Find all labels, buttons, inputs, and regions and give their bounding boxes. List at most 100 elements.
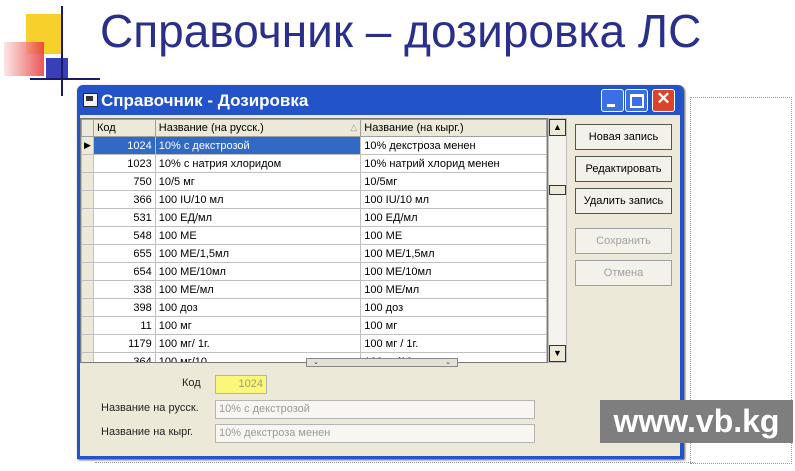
header-name-kg[interactable]: Название (на кырг.): [360, 119, 547, 137]
cell-name-kg[interactable]: 10/5мг: [360, 172, 547, 191]
deco-red-square: [4, 42, 44, 76]
row-indicator-cell[interactable]: [81, 280, 94, 299]
cell-name-ru[interactable]: 100 ME/1,5мл: [154, 244, 362, 263]
row-indicator-cell[interactable]: [81, 262, 94, 281]
cell-name-ru[interactable]: 100 ЕД/мл: [154, 208, 362, 227]
cell-name-kg[interactable]: 100 ME: [360, 226, 547, 245]
cell-code[interactable]: 1024: [92, 136, 156, 155]
table-row[interactable]: 548 100 ME 100 ME: [81, 226, 547, 245]
row-indicator-cell[interactable]: [81, 316, 94, 335]
cell-code[interactable]: 366: [92, 190, 156, 209]
table-row[interactable]: 655 100 ME/1,5мл 100 ME/1,5мл: [81, 244, 547, 263]
cell-code[interactable]: 750: [92, 172, 156, 191]
deco-horizontal-line: [30, 78, 100, 80]
cell-name-kg[interactable]: 10% натрий хлорид менен: [360, 154, 547, 173]
code-field[interactable]: 1024: [215, 375, 267, 394]
sort-ascending-icon: △: [350, 122, 358, 132]
row-indicator-cell[interactable]: [81, 298, 94, 317]
cell-name-kg[interactable]: 100 доз: [360, 298, 547, 317]
splitter-chevron-left-icon: ⌄: [313, 359, 319, 366]
cell-code[interactable]: 531: [92, 208, 156, 227]
cell-name-kg[interactable]: 100 ME/10мл: [360, 262, 547, 281]
cancel-button[interactable]: Отмена: [575, 260, 672, 286]
row-indicator-cell[interactable]: [81, 334, 94, 353]
slide-title: Справочник – дозировка ЛС: [100, 5, 702, 57]
grid-splitter-handle[interactable]: ⌄ ⌄: [306, 358, 458, 367]
dosage-grid[interactable]: Код Название (на русск.) △ Название (на к…: [80, 118, 548, 363]
table-row[interactable]: 11 100 мг 100 мг: [81, 316, 547, 335]
header-code-label: Код: [96, 122, 116, 134]
watermark-logo: www.vb.kg: [600, 400, 793, 443]
table-row[interactable]: 654 100 ME/10мл 100 ME/10мл: [81, 262, 547, 281]
table-row[interactable]: 398 100 доз 100 доз: [81, 298, 547, 317]
header-name-kg-label: Название (на кырг.): [364, 122, 464, 134]
cell-code[interactable]: 655: [92, 244, 156, 263]
cell-code[interactable]: 11: [92, 316, 156, 335]
cell-code[interactable]: 654: [92, 262, 156, 281]
row-indicator-cell[interactable]: [81, 208, 94, 227]
row-indicator-cell[interactable]: [81, 244, 94, 263]
cell-name-kg[interactable]: 100 мг / 1г.: [360, 334, 547, 353]
table-row[interactable]: 531 100 ЕД/мл 100 ЕД/мл: [81, 208, 547, 227]
table-row[interactable]: ▶ 1024 10% с декстрозой 10% декстроза менен: [81, 136, 547, 155]
table-row[interactable]: 366 100 IU/10 мл 100 IU/10 мл: [81, 190, 547, 209]
cell-name-ru[interactable]: 10% с натрия хлоридом: [154, 154, 362, 173]
cell-name-kg[interactable]: 10% декстроза менен: [360, 136, 547, 155]
cell-name-ru[interactable]: 100 мг: [154, 316, 362, 335]
cell-code[interactable]: 364: [92, 352, 156, 362]
cell-name-ru[interactable]: 100 ME: [154, 226, 362, 245]
cell-name-kg[interactable]: 100 ME/мл: [360, 280, 547, 299]
cell-code[interactable]: 548: [92, 226, 156, 245]
cell-code[interactable]: 398: [92, 298, 156, 317]
save-button[interactable]: Сохранить: [575, 228, 672, 254]
cell-name-ru[interactable]: 100 ME/10мл: [154, 262, 362, 281]
row-indicator-cell[interactable]: [81, 172, 94, 191]
name-ru-field[interactable]: 10% с декстрозой: [215, 400, 535, 419]
row-indicator-cell[interactable]: [81, 154, 94, 173]
scroll-thumb[interactable]: [549, 185, 566, 195]
cell-name-kg[interactable]: 100 ЕД/мл: [360, 208, 547, 227]
deco-blue-square: [46, 58, 68, 80]
row-indicator-cell[interactable]: [81, 190, 94, 209]
minimize-icon[interactable]: [601, 89, 624, 112]
table-row[interactable]: 750 10/5 мг 10/5мг: [81, 172, 547, 191]
dosage-table: Код Название (на русск.) △ Название (на к…: [81, 119, 547, 362]
header-name-ru[interactable]: Название (на русск.) △: [154, 119, 362, 137]
cell-name-ru[interactable]: 100 IU/10 мл: [154, 190, 362, 209]
row-indicator-cell[interactable]: [81, 226, 94, 245]
cell-name-ru[interactable]: 100 ME/мл: [154, 280, 362, 299]
row-indicator-cell[interactable]: [81, 352, 94, 362]
table-row[interactable]: 1023 10% с натрия хлоридом 10% натрий хлор…: [81, 154, 547, 173]
cell-name-kg[interactable]: 100 ME/1,5мл: [360, 244, 547, 263]
cell-name-kg[interactable]: 100 IU/10 мл: [360, 190, 547, 209]
table-row[interactable]: 338 100 ME/мл 100 ME/мл: [81, 280, 547, 299]
header-name-ru-label: Название (на русск.): [158, 122, 264, 134]
header-code[interactable]: Код: [92, 119, 156, 137]
name-ru-label: Название на русск.: [101, 402, 199, 414]
edit-button[interactable]: Редактировать: [575, 156, 672, 182]
cell-code[interactable]: 338: [92, 280, 156, 299]
cell-name-kg[interactable]: 100 мг: [360, 316, 547, 335]
table-row[interactable]: 1179 100 мг/ 1г. 100 мг / 1г.: [81, 334, 547, 353]
app-icon: [83, 93, 98, 107]
code-label: Код: [182, 377, 201, 389]
maximize-icon[interactable]: [625, 89, 648, 112]
cell-name-ru[interactable]: 100 доз: [154, 298, 362, 317]
grid-vertical-scrollbar[interactable]: ▲ ▼: [548, 118, 567, 363]
cell-code[interactable]: 1023: [92, 154, 156, 173]
cell-code[interactable]: 1179: [92, 334, 156, 353]
window-client: Код Название (на русск.) △ Название (на к…: [80, 115, 680, 456]
window-titlebar[interactable]: Справочник - Дозировка ✕: [77, 85, 684, 115]
cell-name-ru[interactable]: 10/5 мг: [154, 172, 362, 191]
new-record-button[interactable]: Новая запись: [575, 124, 672, 150]
scroll-down-icon[interactable]: ▼: [549, 345, 566, 362]
placeholder-border-bottom: [95, 462, 695, 463]
name-kg-field[interactable]: 10% декстроза менен: [215, 424, 535, 443]
cell-name-ru[interactable]: 100 мг/ 1г.: [154, 334, 362, 353]
close-icon[interactable]: ✕: [652, 89, 675, 112]
cell-name-ru[interactable]: 10% с декстрозой: [154, 136, 362, 155]
scroll-up-icon[interactable]: ▲: [549, 119, 566, 136]
delete-record-button[interactable]: Удалить запись: [575, 188, 672, 214]
current-row-arrow-icon[interactable]: ▶: [81, 136, 94, 155]
header-indicator-cell: [81, 119, 94, 137]
